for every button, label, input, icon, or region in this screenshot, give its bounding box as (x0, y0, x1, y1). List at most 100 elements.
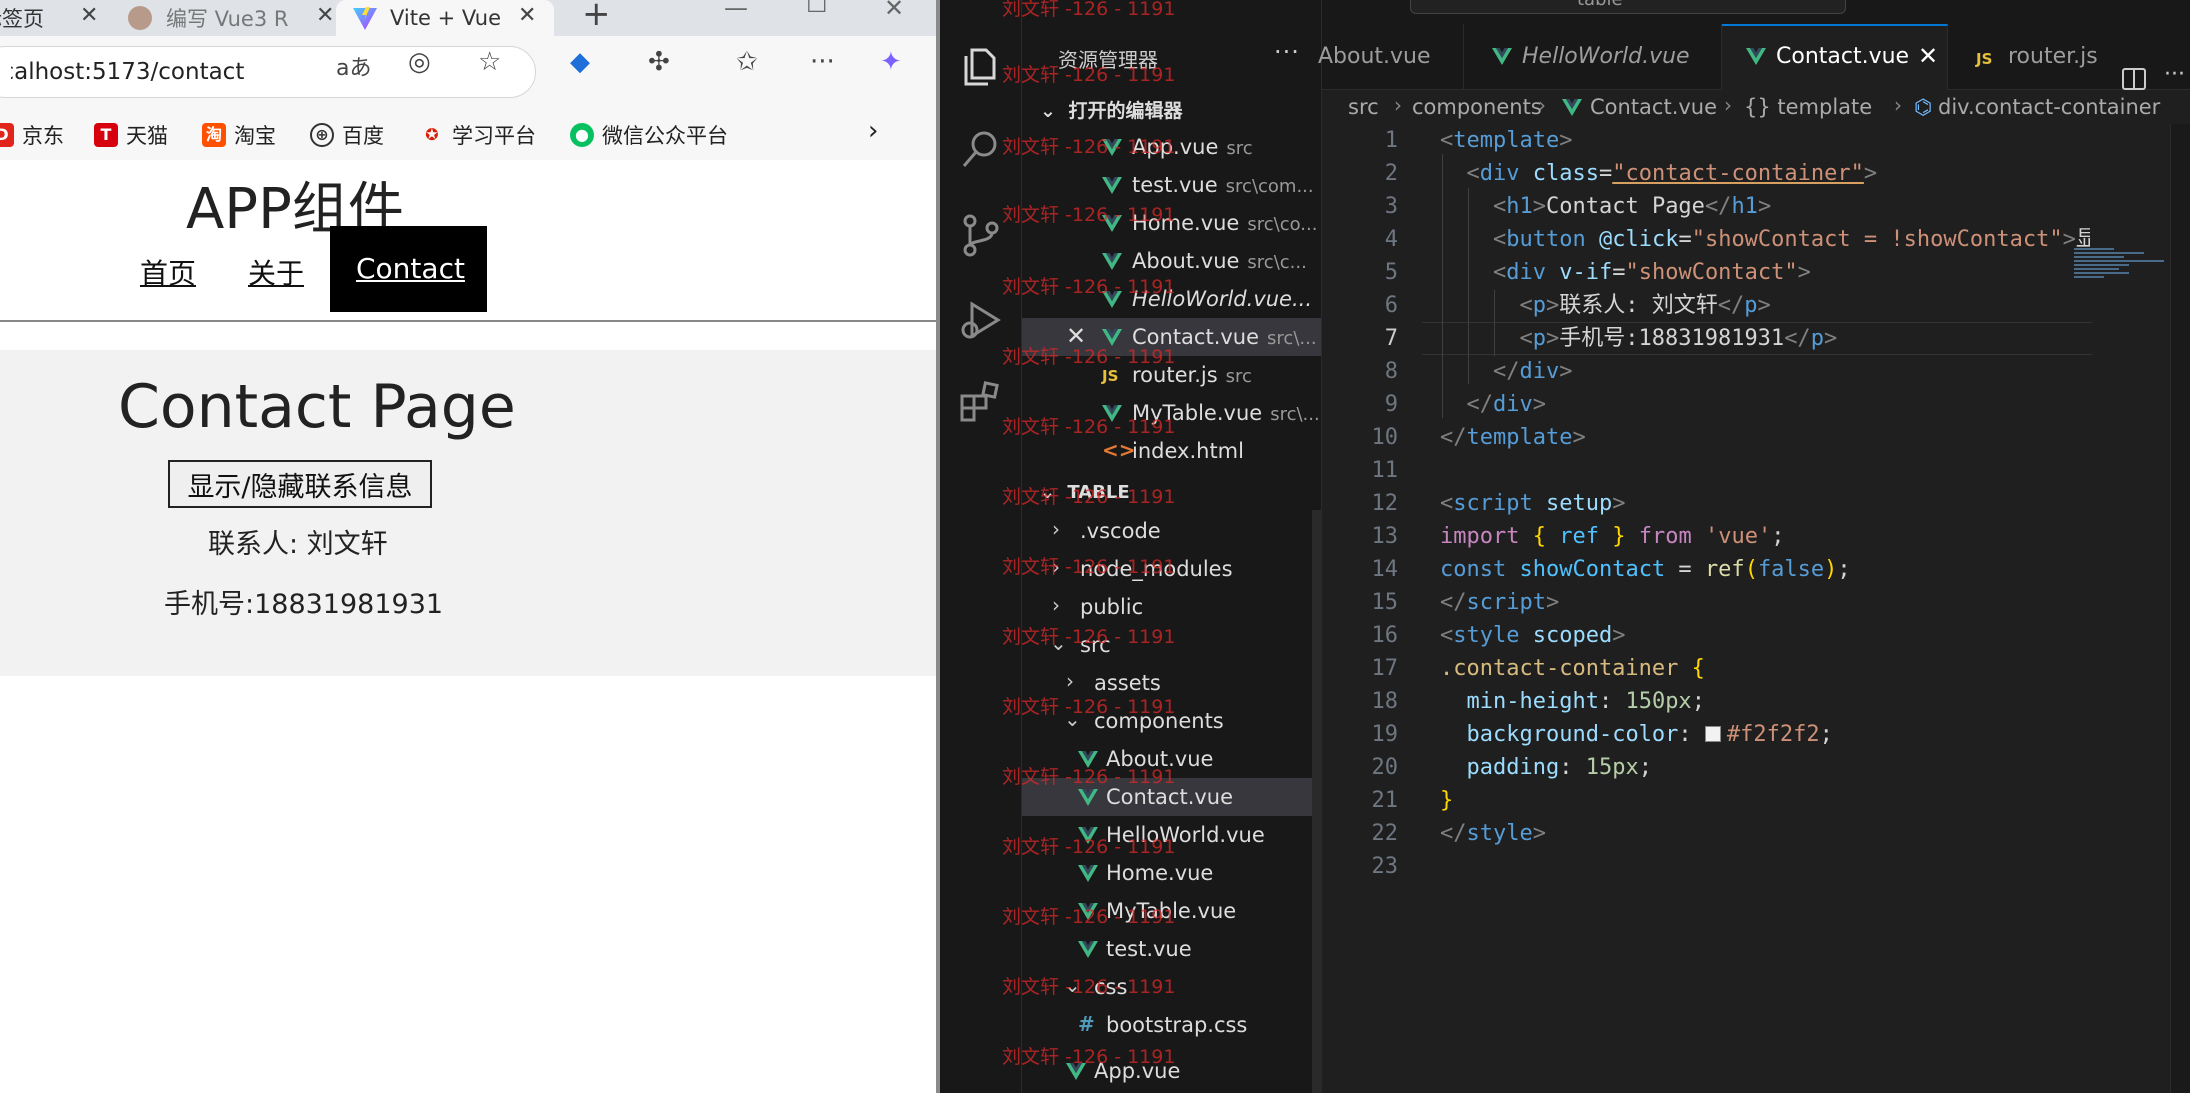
breadcrumb-item[interactable]: src (1348, 95, 1379, 119)
tree-folder-open[interactable]: ⌄ src (1022, 626, 1321, 664)
tree-file[interactable]: App.vue (1022, 1052, 1321, 1090)
split-editor-icon[interactable] (2122, 68, 2146, 90)
vite-logo-icon (353, 7, 377, 30)
close-icon[interactable]: ✕ (1918, 42, 1938, 70)
tree-folder[interactable]: › public (1022, 588, 1321, 626)
tree-file[interactable]: # bootstrap.css (1022, 1006, 1321, 1044)
open-editor-item[interactable]: App.vue src (1022, 128, 1321, 166)
tree-file[interactable]: MyTable.vue (1022, 892, 1321, 930)
chevron-right-icon[interactable]: › (868, 116, 878, 146)
line-number: 21 (1371, 788, 1399, 813)
taobao-icon: 淘 (202, 123, 226, 147)
minimize-icon[interactable]: — (724, 0, 748, 22)
tree-file[interactable]: test.vue (1022, 930, 1321, 968)
folder-name: .vscode (1080, 519, 1161, 543)
close-icon[interactable]: ✕ (518, 3, 536, 28)
open-editor-item[interactable]: test.vue src\com... (1022, 166, 1321, 204)
breadcrumb-item[interactable]: Contact.vue (1590, 95, 1717, 119)
explorer-files-icon[interactable] (958, 44, 1004, 90)
open-editors-header[interactable]: ⌄ 打开的编辑器 (1040, 96, 1183, 123)
open-editor-item[interactable]: HelloWorld.vue... (1022, 280, 1321, 318)
nav-link-about[interactable]: 关于 (248, 252, 304, 292)
favorites-icon[interactable]: ✩ (736, 47, 758, 77)
toggle-contact-button[interactable]: 显示/隐藏联系信息 (168, 460, 432, 508)
file-dir: src\com... (1225, 176, 1314, 197)
copilot-icon[interactable]: ✦ (880, 47, 902, 77)
color-swatch[interactable] (1704, 726, 1721, 742)
extensions-icon[interactable] (958, 380, 1004, 426)
favorite-star-icon[interactable]: ☆ (478, 47, 501, 77)
chevron-right-icon: › (1052, 555, 1060, 579)
editor-area: table About.vue HelloWorld.vue Contact.v… (1318, 0, 2190, 1093)
browser-tab-vue3[interactable]: 编写 Vue3 R ✕ (120, 0, 334, 36)
search-icon[interactable] (958, 126, 1004, 172)
line-number: 6 (1384, 293, 1398, 318)
open-editor-item[interactable]: MyTable.vue src\... (1022, 394, 1321, 432)
maximize-icon[interactable]: ☐ (806, 0, 828, 18)
tree-file-active[interactable]: Contact.vue (1022, 778, 1321, 816)
close-icon[interactable]: ✕ (80, 3, 98, 28)
tab-contact-vue[interactable]: Contact.vue ✕ (1722, 24, 1948, 90)
more-icon[interactable]: ··· (810, 47, 835, 77)
url-field[interactable]: localhost:5173/contact (0, 46, 536, 98)
tree-folder-open[interactable]: ⌄ components (1022, 702, 1321, 740)
source-control-icon[interactable] (958, 212, 1004, 258)
extension-bird-icon[interactable]: ◆ (570, 47, 590, 77)
tab-router-js[interactable]: JS router.js (1948, 24, 2102, 90)
more-actions-icon[interactable]: ··· (2164, 62, 2185, 87)
extensions-puzzle-icon[interactable]: ✣ (648, 47, 670, 77)
favorite-baidu[interactable]: ⊕ 百度 (310, 120, 384, 150)
folder-name: public (1080, 595, 1144, 619)
favorite-learning[interactable]: ✪ 学习平台 (420, 120, 536, 150)
run-debug-icon[interactable] (958, 298, 1004, 344)
open-editor-item[interactable]: <> index.html (1022, 432, 1321, 470)
command-center-search[interactable]: table (1410, 0, 1846, 14)
tree-file[interactable]: HelloWorld.vue (1022, 816, 1321, 854)
edge-icon[interactable]: ◎ (408, 47, 431, 77)
open-editor-item[interactable]: About.vue src\c... (1022, 242, 1321, 280)
browser-tab-vite-vue[interactable]: Vite + Vue ✕ (336, 0, 554, 36)
nav-link-home[interactable]: 首页 (140, 252, 196, 292)
vue-file-icon (1078, 827, 1098, 844)
chevron-right-icon: › (1052, 593, 1060, 617)
close-icon[interactable]: ✕ (316, 3, 334, 28)
line-number: 20 (1371, 755, 1399, 780)
open-editor-item[interactable]: JS router.js src (1022, 356, 1321, 394)
code-line: <div class="contact-container"> (1466, 161, 1878, 186)
tree-file[interactable]: About.vue (1022, 740, 1321, 778)
more-actions-icon[interactable]: ··· (1274, 38, 1300, 66)
code-editor[interactable]: 1 2 3 4 5 6 7 8 9 10 11 12 13 14 15 16 1… (1322, 124, 2190, 1093)
favorite-jd[interactable]: D 京东 (0, 120, 64, 150)
close-icon[interactable]: ✕ (1066, 322, 1086, 350)
favorite-wechat[interactable]: ● 微信公众平台 (570, 120, 728, 150)
tree-folder[interactable]: › node_modules (1022, 550, 1321, 588)
project-header[interactable]: ⌄ TABLE (1040, 482, 1130, 503)
new-tab-icon[interactable]: + (582, 0, 611, 34)
breadcrumb-item[interactable]: {} template (1744, 95, 1872, 119)
tree-folder[interactable]: › assets (1022, 664, 1321, 702)
tree-folder[interactable]: › .vscode (1022, 512, 1321, 550)
minimap[interactable] (2074, 248, 2174, 308)
learning-icon: ✪ (425, 125, 439, 144)
chevron-down-icon: ⌄ (1064, 973, 1081, 997)
line-number: 17 (1371, 656, 1399, 681)
nav-link-contact[interactable]: Contact (356, 252, 465, 285)
open-editor-item-active[interactable]: ✕ Contact.vue src\... (1022, 318, 1321, 356)
window-close-icon[interactable]: ✕ (884, 0, 904, 22)
tree-file[interactable]: Home.vue (1022, 854, 1321, 892)
tab-helloworld-vue[interactable]: HelloWorld.vue (1464, 24, 1722, 90)
code-line: <button @click="showContact = !showConta… (1492, 227, 2090, 252)
tree-folder-open[interactable]: ⌄ css (1022, 968, 1321, 1006)
sidebar-scrollbar[interactable] (1312, 510, 1321, 1093)
editor-scrollbar[interactable] (2170, 124, 2190, 1093)
browser-tab-new[interactable]: 新标签页 ✕ (0, 0, 120, 36)
read-aloud-icon[interactable]: aあ (336, 50, 371, 82)
tab-about-vue[interactable]: About.vue (1318, 24, 1464, 90)
favorite-taobao[interactable]: 淘 淘宝 (202, 120, 276, 150)
html-file-icon: <> (1102, 438, 1136, 462)
code-line: const showContact = ref(false); (1440, 557, 1851, 582)
open-editor-item[interactable]: Home.vue src\co... (1022, 204, 1321, 242)
breadcrumb-item[interactable]: div.contact-container (1938, 95, 2160, 119)
favorite-tmall[interactable]: T 天猫 (94, 120, 168, 150)
breadcrumb-item[interactable]: components (1412, 95, 1542, 119)
